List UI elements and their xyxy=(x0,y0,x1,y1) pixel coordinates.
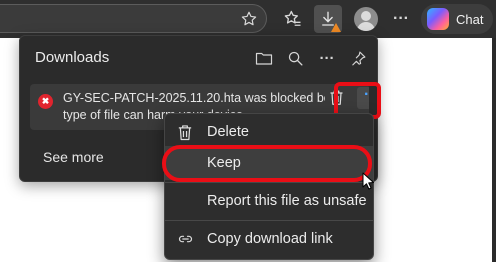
trash-icon xyxy=(177,124,193,141)
menu-item-report-label: Report this file as unsafe xyxy=(207,193,367,209)
menu-item-delete[interactable]: Delete xyxy=(165,115,373,149)
copilot-chat-button[interactable]: Chat xyxy=(421,4,493,34)
profile-avatar[interactable] xyxy=(354,7,378,31)
menu-divider xyxy=(165,182,373,183)
browser-toolbar: ··· Chat xyxy=(0,0,496,38)
menu-divider xyxy=(165,220,373,221)
see-more-link[interactable]: See more xyxy=(43,149,104,165)
folder-icon[interactable] xyxy=(253,47,275,69)
menu-item-report-unsafe[interactable]: Report this file as unsafe xyxy=(165,184,373,218)
more-icon[interactable]: ··· xyxy=(388,6,414,32)
panel-title: Downloads xyxy=(35,49,110,66)
scrollbar[interactable] xyxy=(492,38,496,262)
copilot-icon xyxy=(427,8,449,30)
menu-item-copy-link[interactable]: Copy download link xyxy=(165,222,373,256)
favorites-icon[interactable] xyxy=(280,6,306,32)
highlight-keep-item xyxy=(162,145,372,182)
chat-label: Chat xyxy=(456,11,484,27)
pin-icon[interactable] xyxy=(347,47,369,69)
star-icon[interactable] xyxy=(236,6,262,32)
address-bar[interactable] xyxy=(0,4,267,33)
download-item-line1: GY-SEC-PATCH-2025.11.20.hta was blocked … xyxy=(63,91,325,105)
menu-item-copy-link-label: Copy download link xyxy=(207,231,333,247)
warning-badge-icon xyxy=(331,23,341,32)
mouse-cursor-icon xyxy=(362,172,375,195)
downloads-icon[interactable] xyxy=(314,5,342,33)
blocked-icon: ✖ xyxy=(38,94,53,109)
more-icon[interactable]: ··· xyxy=(316,47,338,69)
context-menu: Delete Keep Report this file as unsafe C… xyxy=(164,113,374,260)
link-icon xyxy=(177,231,193,247)
search-icon[interactable] xyxy=(284,47,306,69)
menu-item-delete-label: Delete xyxy=(207,124,249,140)
